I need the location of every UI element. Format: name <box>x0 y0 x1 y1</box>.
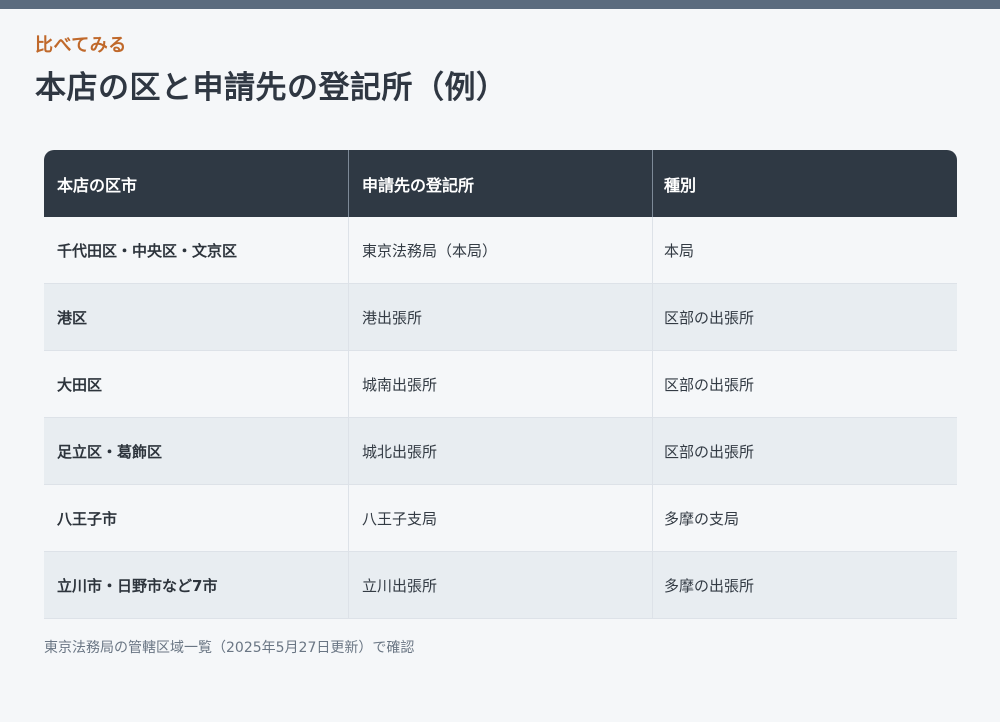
table-row: 千代田区・中央区・文京区 東京法務局（本局） 本局 <box>44 217 957 284</box>
table-header-row: 本店の区市 申請先の登記所 種別 <box>44 150 957 217</box>
row-ward-cell: 大田区 <box>57 375 103 394</box>
row-office-cell: 城北出張所 <box>348 418 652 484</box>
section-eyebrow: 比べてみる <box>35 35 127 56</box>
table-row: 立川市・日野市など7市 立川出張所 多摩の出張所 <box>44 552 957 619</box>
table-row: 大田区 城南出張所 区部の出張所 <box>44 351 957 418</box>
header-cell-head-office-ward: 本店の区市 <box>57 175 138 195</box>
table-row: 港区 港出張所 区部の出張所 <box>44 284 957 351</box>
row-type-cell: 区部の出張所 <box>652 351 957 417</box>
row-type-cell: 本局 <box>652 217 957 283</box>
comparison-table: 本店の区市 申請先の登記所 種別 千代田区・中央区・文京区 東京法務局（本局） … <box>44 150 957 619</box>
top-accent-bar <box>0 0 1000 9</box>
row-office-cell: 港出張所 <box>348 284 652 350</box>
row-office-cell: 八王子支局 <box>348 485 652 551</box>
table-row: 足立区・葛飾区 城北出張所 区部の出張所 <box>44 418 957 485</box>
header-cell-registry-office: 申請先の登記所 <box>348 150 652 217</box>
header-cell-type: 種別 <box>652 150 957 217</box>
row-ward-cell: 港区 <box>57 308 88 327</box>
row-type-cell: 多摩の出張所 <box>652 552 957 618</box>
row-ward-cell: 千代田区・中央区・文京区 <box>57 241 238 260</box>
row-type-cell: 多摩の支局 <box>652 485 957 551</box>
row-office-cell: 立川出張所 <box>348 552 652 618</box>
table-row: 八王子市 八王子支局 多摩の支局 <box>44 485 957 552</box>
row-type-cell: 区部の出張所 <box>652 418 957 484</box>
page-title: 本店の区と申請先の登記所（例） <box>35 70 508 106</box>
row-office-cell: 城南出張所 <box>348 351 652 417</box>
row-ward-cell: 八王子市 <box>57 509 118 528</box>
row-office-cell: 東京法務局（本局） <box>348 217 652 283</box>
source-footnote: 東京法務局の管轄区域一覧（2025年5月27日更新）で確認 <box>44 640 415 656</box>
row-type-cell: 区部の出張所 <box>652 284 957 350</box>
row-ward-cell: 足立区・葛飾区 <box>57 442 163 461</box>
row-ward-cell: 立川市・日野市など7市 <box>57 576 218 595</box>
